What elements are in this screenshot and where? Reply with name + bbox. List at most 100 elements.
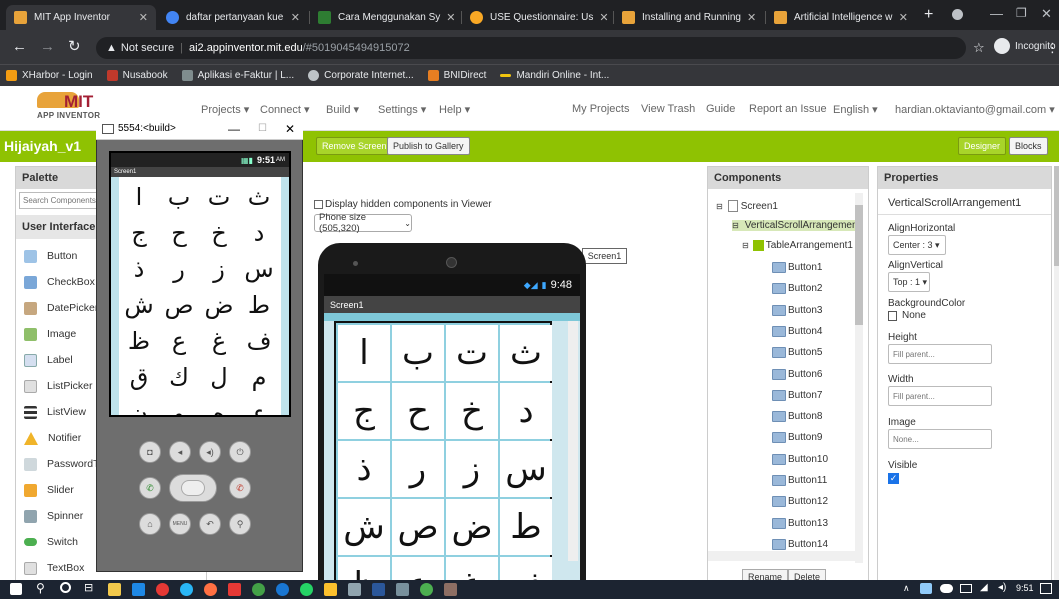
bookmark-bnidirect[interactable]: BNIDirect: [427, 70, 486, 81]
link-view-trash[interactable]: View Trash: [641, 103, 695, 115]
letter-button[interactable]: ا: [338, 325, 390, 381]
task-view-icon[interactable]: ⊟: [84, 581, 93, 594]
back-arrow-icon[interactable]: ←: [12, 38, 27, 56]
tab-mit-app-inventor[interactable]: MIT App Inventor ✕: [6, 5, 156, 30]
tree-button-item[interactable]: Button3: [772, 304, 822, 316]
windows-start-icon[interactable]: [10, 583, 22, 595]
close-icon[interactable]: ✕: [440, 11, 455, 24]
tree-button-item[interactable]: Button9: [772, 432, 822, 444]
menu-account[interactable]: hardian.oktavianto@gmail.com ▾: [895, 103, 1055, 116]
bookmark-corporate[interactable]: Corporate Internet...: [308, 70, 414, 81]
tree-button-item[interactable]: Button6: [772, 368, 822, 380]
bookmark-nusabook[interactable]: Nusabook: [106, 70, 168, 81]
bookmark-xharbor[interactable]: XHarbor - Login: [6, 70, 93, 81]
tab-cara-menggunakan[interactable]: Cara Menggunakan Sy ✕: [310, 5, 460, 30]
display-hidden-toggle[interactable]: Display hidden components in Viewer: [314, 199, 492, 210]
close-icon[interactable]: ✕: [593, 11, 608, 24]
emulator-letter-button[interactable]: ك: [159, 359, 199, 395]
emulator-letter-button[interactable]: ه: [199, 395, 239, 415]
forward-arrow-icon[interactable]: →: [40, 38, 55, 56]
more-menu-icon[interactable]: ⋮: [1046, 40, 1059, 56]
remove-screen-button[interactable]: Remove Screen: [316, 137, 393, 155]
components-scrollbar[interactable]: [855, 193, 863, 563]
publish-gallery-button[interactable]: Publish to Gallery: [387, 137, 470, 155]
search-button[interactable]: ⚲: [229, 513, 251, 535]
app-icon[interactable]: [348, 583, 361, 596]
collapse-icon[interactable]: ⊟: [742, 241, 749, 250]
link-report-issue[interactable]: Report an Issue: [749, 103, 827, 115]
collapse-icon[interactable]: ⊟: [732, 221, 739, 230]
emulator-letter-button[interactable]: ر: [159, 251, 199, 287]
letter-button[interactable]: ث: [500, 325, 552, 381]
bookmark-efaktur[interactable]: Aplikasi e-Faktur | L...: [181, 70, 294, 81]
volume-up-button[interactable]: ◂): [199, 441, 221, 463]
letter-button[interactable]: ض: [446, 499, 498, 555]
app-icon[interactable]: [156, 583, 169, 596]
reload-icon[interactable]: ↻: [68, 38, 81, 56]
emulator-letter-button[interactable]: ج: [119, 215, 159, 251]
star-bookmark-icon[interactable]: ☆: [973, 40, 985, 56]
letter-button[interactable]: س: [500, 441, 552, 497]
emulator-letter-button[interactable]: ز: [199, 251, 239, 287]
emulator-letter-button[interactable]: ص: [159, 287, 199, 323]
app-icon[interactable]: [180, 583, 193, 596]
background-color-picker[interactable]: None: [888, 310, 926, 321]
collapse-icon[interactable]: ⊟: [716, 202, 723, 211]
close-icon[interactable]: ✕: [741, 11, 756, 24]
close-icon[interactable]: ✕: [893, 11, 908, 24]
page-scrollbar[interactable]: [1054, 166, 1059, 586]
menu-language[interactable]: English ▾: [833, 103, 878, 116]
letter-button[interactable]: ر: [392, 441, 444, 497]
app-icon[interactable]: [324, 583, 337, 596]
volume-down-button[interactable]: ◂: [169, 441, 191, 463]
align-horizontal-select[interactable]: Center : 3 ▾: [888, 235, 946, 255]
file-explorer-icon[interactable]: [108, 583, 121, 596]
emulator-letter-button[interactable]: ذ: [119, 251, 159, 287]
maximize-icon[interactable]: ☐: [258, 123, 267, 134]
emulator-letter-button[interactable]: س: [239, 251, 279, 287]
tray-chevron-icon[interactable]: ∧: [903, 583, 910, 594]
letter-button[interactable]: ذ: [338, 441, 390, 497]
emulator-letter-button[interactable]: ا: [119, 179, 159, 215]
scrollbar-thumb[interactable]: [855, 205, 863, 325]
phone-size-select[interactable]: Phone size (505,320) ⌄: [314, 212, 412, 234]
emulator-letter-button[interactable]: ش: [119, 287, 159, 323]
battery-icon[interactable]: [960, 584, 972, 593]
letter-button[interactable]: ت: [446, 325, 498, 381]
tree-screen1[interactable]: ⊟ Screen1: [716, 200, 778, 212]
image-picker[interactable]: None...: [888, 429, 992, 449]
clock[interactable]: 9:51: [1016, 583, 1034, 593]
designer-button[interactable]: Designer: [958, 137, 1007, 155]
tree-verticalscroll[interactable]: ⊟ VerticalScrollArrangement1: [732, 220, 855, 231]
tree-button-item[interactable]: Button7: [772, 389, 822, 401]
emulator-letter-button[interactable]: ظ: [119, 323, 159, 359]
tray-app-icon[interactable]: [920, 583, 932, 594]
letter-button[interactable]: ط: [500, 499, 552, 555]
scrollbar[interactable]: [568, 321, 578, 561]
chrome-icon[interactable]: [252, 583, 265, 596]
minimize-window-icon[interactable]: —: [990, 6, 1003, 21]
tree-button-item[interactable]: Button1: [772, 262, 822, 273]
emulator-letter-button[interactable]: ق: [119, 359, 159, 395]
menu-connect[interactable]: Connect ▾: [260, 103, 310, 116]
search-icon[interactable]: ⚲: [36, 581, 45, 595]
app-icon[interactable]: [132, 583, 145, 596]
letter-button[interactable]: ز: [446, 441, 498, 497]
emulator-letter-button[interactable]: ح: [159, 215, 199, 251]
onedrive-icon[interactable]: [940, 584, 953, 593]
emulator-letter-button[interactable]: د: [239, 215, 279, 251]
emulator-letter-button[interactable]: ض: [199, 287, 239, 323]
menu-help[interactable]: Help ▾: [439, 103, 470, 116]
close-icon[interactable]: ✕: [285, 122, 295, 136]
app-icon[interactable]: [444, 583, 457, 596]
tree-button-item[interactable]: Button11: [772, 475, 827, 486]
cortana-icon[interactable]: [60, 582, 71, 593]
emulator-letter-button[interactable]: ع: [159, 323, 199, 359]
whatsapp-icon[interactable]: [300, 583, 313, 596]
minimize-icon[interactable]: —: [228, 122, 240, 136]
letter-button[interactable]: ص: [392, 499, 444, 555]
menu-projects[interactable]: Projects ▾: [201, 103, 249, 116]
telegram-icon[interactable]: [276, 583, 289, 596]
home-button[interactable]: ⌂: [139, 513, 161, 535]
emulator-letter-button[interactable]: ء: [239, 395, 279, 415]
